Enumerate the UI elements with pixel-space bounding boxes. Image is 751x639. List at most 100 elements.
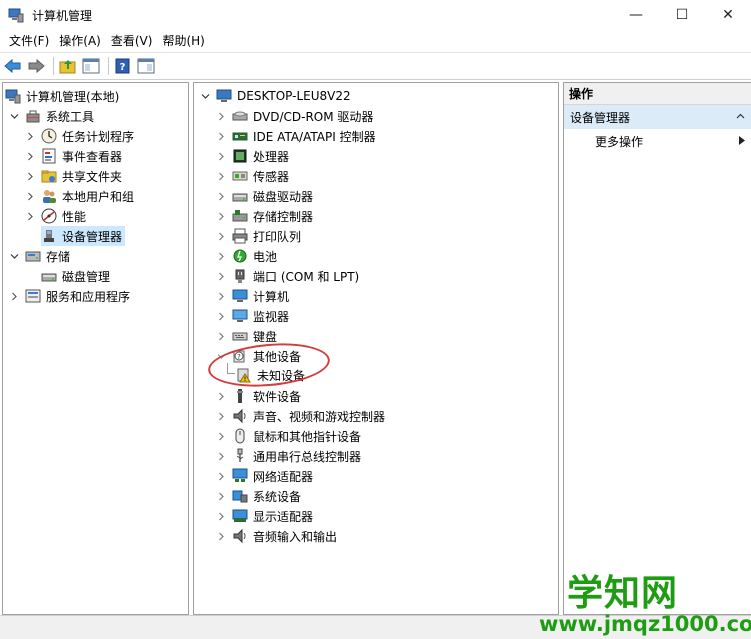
device-category-label: 计算机 (253, 289, 290, 304)
tree-item-services-apps[interactable]: 服务和应用程序 (9, 286, 130, 306)
device-category-label: 键盘 (253, 329, 278, 344)
toolbar: ? (0, 52, 751, 80)
chevron-down-icon[interactable] (9, 111, 19, 121)
device-category-computer[interactable]: 计算机 (216, 286, 289, 306)
chevron-right-icon[interactable] (216, 471, 226, 481)
device-tree-root[interactable]: DESKTOP-LEU8V22 (200, 86, 351, 106)
chevron-right-icon[interactable] (216, 171, 226, 181)
minimize-button[interactable]: — (613, 0, 659, 30)
chevron-right-icon[interactable] (216, 271, 226, 281)
computer-management-icon (5, 88, 21, 104)
chevron-right-icon[interactable] (216, 251, 226, 261)
device-category-battery[interactable]: 电池 (216, 246, 277, 266)
chevron-right-icon[interactable] (216, 331, 226, 341)
computer-management-icon (8, 7, 24, 23)
chevron-right-icon[interactable] (25, 151, 35, 161)
device-category-port[interactable]: 端口 (COM 和 LPT) (216, 266, 359, 286)
help-icon[interactable]: ? (113, 56, 133, 76)
tree-item-storage[interactable]: 存储 (9, 246, 70, 266)
forward-icon[interactable] (26, 56, 46, 76)
device-category-label: 存储控制器 (253, 209, 314, 224)
device-category-usb[interactable]: 通用串行总线控制器 (216, 446, 361, 466)
tree-label: 磁盘管理 (62, 269, 111, 284)
chevron-right-icon[interactable] (216, 411, 226, 421)
device-category-audio[interactable]: 声音、视频和游戏控制器 (216, 406, 385, 426)
close-button[interactable]: ✕ (705, 0, 751, 30)
chevron-right-icon[interactable] (25, 171, 35, 181)
device-category-network[interactable]: 网络适配器 (216, 466, 313, 486)
device-category-dvd[interactable]: DVD/CD-ROM 驱动器 (216, 106, 373, 126)
device-category-sensor[interactable]: 传感器 (216, 166, 289, 186)
tools-icon (25, 108, 41, 124)
device-category-software-device[interactable]: 软件设备 (216, 386, 301, 406)
chevron-right-icon[interactable] (216, 291, 226, 301)
actions-section-device-manager[interactable]: 设备管理器 (564, 105, 751, 129)
device-category-monitor[interactable]: 监视器 (216, 306, 289, 326)
maximize-button[interactable]: ☐ (659, 0, 705, 30)
back-icon[interactable] (3, 56, 23, 76)
services-icon (25, 288, 41, 304)
chevron-right-icon[interactable] (9, 291, 19, 301)
device-category-mouse[interactable]: 鼠标和其他指针设备 (216, 426, 361, 446)
performance-icon (41, 208, 57, 224)
device-category-label: 显示适配器 (253, 509, 314, 524)
chevron-right-icon[interactable] (216, 151, 226, 161)
device-category-storage-controller[interactable]: 存储控制器 (216, 206, 313, 226)
device-category-display-adapter[interactable]: 显示适配器 (216, 506, 313, 526)
tree-item-shared-folders[interactable]: 共享文件夹 (25, 166, 122, 186)
show-hide-tree-icon[interactable] (81, 56, 101, 76)
tree-root-computer-management[interactable]: 计算机管理(本地) (5, 86, 119, 106)
tree-item-task-scheduler[interactable]: 任务计划程序 (25, 126, 134, 146)
window-title: 计算机管理 (32, 8, 93, 23)
collapse-up-icon[interactable] (736, 110, 745, 124)
device-category-cpu[interactable]: 处理器 (216, 146, 289, 166)
chevron-right-icon[interactable] (216, 231, 226, 241)
chevron-right-icon[interactable] (216, 451, 226, 461)
tree-item-event-viewer[interactable]: 事件查看器 (25, 146, 122, 166)
chevron-right-icon[interactable] (216, 431, 226, 441)
chevron-right-icon[interactable] (216, 491, 226, 501)
chevron-right-icon[interactable] (216, 511, 226, 521)
menu-file[interactable]: 文件(F) (4, 30, 54, 52)
device-category-ide[interactable]: IDE ATA/ATAPI 控制器 (216, 126, 376, 146)
show-hide-action-pane-icon[interactable] (136, 56, 156, 76)
chevron-right-icon[interactable] (25, 191, 35, 201)
tree-item-local-users-groups[interactable]: 本地用户和组 (25, 186, 134, 206)
system-device-icon (232, 488, 248, 504)
tree-label: 本地用户和组 (62, 189, 135, 204)
cpu-icon (232, 148, 248, 164)
tree-item-device-manager[interactable]: 设备管理器 (41, 226, 126, 246)
menu-view[interactable]: 查看(V) (106, 30, 158, 52)
tree-item-disk-management[interactable]: 磁盘管理 (41, 266, 110, 286)
port-icon (232, 268, 248, 284)
device-category-label: 音频输入和输出 (253, 529, 338, 544)
up-folder-icon[interactable] (58, 56, 78, 76)
chevron-right-icon[interactable] (216, 391, 226, 401)
chevron-down-icon[interactable] (200, 91, 210, 101)
device-category-printer[interactable]: 打印队列 (216, 226, 301, 246)
device-category-audio-io[interactable]: 音频输入和输出 (216, 526, 337, 546)
storage-icon (25, 248, 41, 264)
menu-action[interactable]: 操作(A) (54, 30, 106, 52)
chevron-right-icon[interactable] (216, 211, 226, 221)
tree-item-performance[interactable]: 性能 (25, 206, 86, 226)
chevron-right-icon[interactable] (216, 191, 226, 201)
chevron-right-icon[interactable] (216, 111, 226, 121)
device-category-disk-drive[interactable]: 磁盘驱动器 (216, 186, 313, 206)
chevron-right-icon[interactable] (25, 131, 35, 141)
toolbar-separator (53, 57, 54, 75)
chevron-right-icon[interactable] (216, 311, 226, 321)
chevron-right-icon[interactable] (216, 131, 226, 141)
device-category-label: IDE ATA/ATAPI 控制器 (253, 129, 376, 144)
chevron-down-icon[interactable] (9, 251, 19, 261)
chevron-right-icon[interactable] (216, 531, 226, 541)
device-category-system-device[interactable]: 系统设备 (216, 486, 301, 506)
tree-item-system-tools[interactable]: 系统工具 (9, 106, 94, 126)
chevron-right-icon[interactable] (25, 211, 35, 221)
mouse-icon (232, 428, 248, 444)
menu-help[interactable]: 帮助(H) (157, 30, 209, 52)
actions-more-actions[interactable]: 更多操作 (564, 129, 751, 153)
storage-controller-icon (232, 208, 248, 224)
dvd-icon (232, 108, 248, 124)
device-category-label: 系统设备 (253, 489, 302, 504)
